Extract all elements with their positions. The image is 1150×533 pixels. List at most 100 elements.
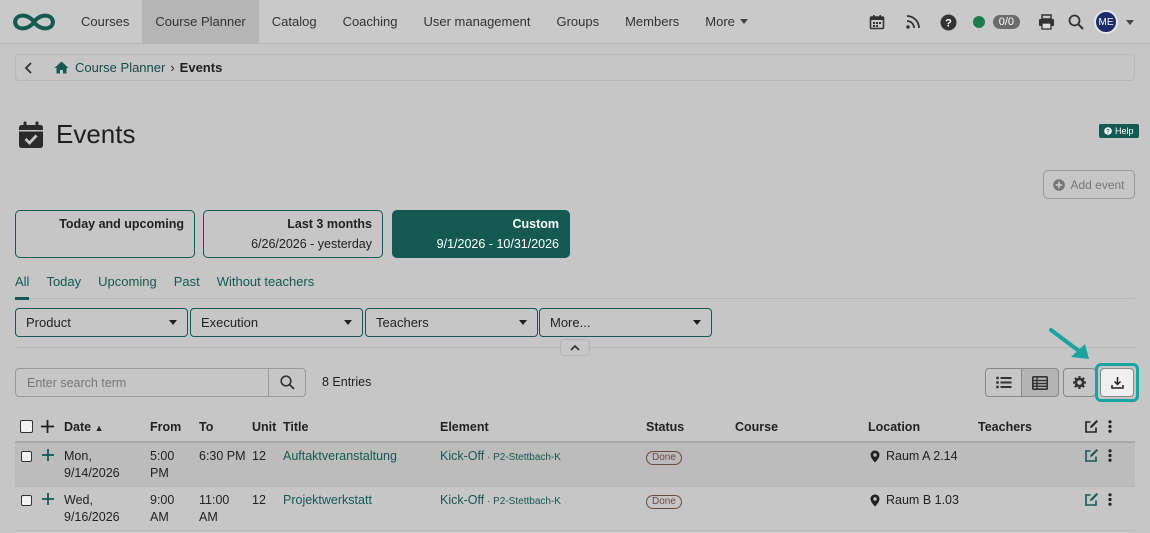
tab-past[interactable]: Past <box>174 273 200 299</box>
back-chevron-icon[interactable] <box>24 61 42 74</box>
tab-without-teachers[interactable]: Without teachers <box>217 273 315 299</box>
search-input[interactable]: Enter search term <box>15 368 269 397</box>
chevron-up-icon <box>570 344 580 351</box>
list-icon <box>995 376 1011 389</box>
column-header-course[interactable]: Course <box>735 420 778 434</box>
home-icon[interactable] <box>54 61 69 74</box>
cell-from: 9:00 AM <box>150 492 174 526</box>
filter-teachers-select[interactable]: Teachers <box>365 308 538 337</box>
table-row[interactable] <box>15 443 1135 487</box>
period-card-last-3-months[interactable]: Last 3 months 6/26/2026 - yesterday <box>203 210 383 258</box>
cell-element: Kick-Off · P2-Stettbach-K <box>440 448 561 466</box>
nav-item-course-planner[interactable]: Course Planner <box>142 0 259 44</box>
add-event-label: Add event <box>1070 177 1125 192</box>
column-header-unit[interactable]: Unit <box>252 420 276 434</box>
cell-from-time: 5:00 <box>150 449 175 463</box>
collapse-filters-button[interactable] <box>560 339 590 356</box>
nav-item-more[interactable]: More <box>692 0 761 44</box>
user-menu-caret-icon[interactable] <box>1126 19 1134 25</box>
element-link[interactable]: Kick-Off <box>440 449 484 463</box>
cell-status: Done <box>646 448 682 465</box>
breadcrumb-course-planner-link[interactable]: Course Planner <box>75 60 165 75</box>
add-event-button[interactable]: Add event <box>1043 170 1135 199</box>
row-more-options-icon[interactable] <box>1108 493 1112 506</box>
list-view-button[interactable] <box>985 368 1022 397</box>
column-header-to[interactable]: To <box>199 420 213 434</box>
expand-all-plus-icon[interactable] <box>41 420 54 433</box>
table-row[interactable] <box>15 487 1135 531</box>
event-title-link[interactable]: Projektwerkstatt <box>283 492 372 509</box>
column-header-status[interactable]: Status <box>646 420 684 434</box>
element-link[interactable]: Kick-Off <box>440 493 484 507</box>
filter-product-select[interactable]: Product <box>15 308 188 337</box>
nav-item-courses[interactable]: Courses <box>68 0 142 44</box>
help-button[interactable]: ? Help <box>1099 124 1139 138</box>
nav-item-members[interactable]: Members <box>612 0 692 44</box>
column-header-location[interactable]: Location <box>868 420 920 434</box>
search-icon[interactable] <box>1064 0 1088 44</box>
table-view-button[interactable] <box>1021 368 1059 397</box>
row-expand-plus-icon[interactable] <box>42 449 54 461</box>
period-card-custom[interactable]: Custom 9/1/2026 - 10/31/2026 <box>392 210 570 258</box>
column-header-date[interactable]: Date ▲ <box>64 420 104 434</box>
filter-more-select[interactable]: More... <box>539 308 712 337</box>
logo-infinity-icon[interactable] <box>0 0 68 44</box>
period-card-subtitle: 6/26/2026 - yesterday <box>251 237 372 251</box>
search-icon <box>279 375 295 390</box>
filter-execution-select[interactable]: Execution <box>190 308 363 337</box>
tab-all[interactable]: All <box>15 273 30 300</box>
nav-item-coaching[interactable]: Coaching <box>330 0 411 44</box>
element-code-link[interactable]: P2-Stettbach-K <box>493 496 561 507</box>
filter-label: Product <box>26 315 71 330</box>
row-select-checkbox[interactable] <box>21 451 32 462</box>
row-expand-plus-icon[interactable] <box>42 493 54 505</box>
cell-from-time: 9:00 <box>150 493 175 507</box>
location-label: Raum A 2.14 <box>886 449 958 463</box>
period-card-today-upcoming[interactable]: Today and upcoming <box>15 210 195 258</box>
table-settings-button[interactable] <box>1063 368 1096 397</box>
help-circle-icon[interactable]: ? <box>931 0 967 44</box>
column-header-teachers[interactable]: Teachers <box>978 420 1032 434</box>
cell-from: 5:00 PM <box>150 448 174 482</box>
search-button[interactable] <box>268 368 306 397</box>
cell-from-ampm: PM <box>150 466 169 480</box>
download-highlight-frame <box>1095 363 1139 402</box>
row-edit-icon[interactable] <box>1084 448 1099 463</box>
row-more-options-icon[interactable] <box>1108 449 1112 462</box>
map-marker-icon <box>870 450 880 463</box>
nav-item-user-management[interactable]: User management <box>411 0 544 44</box>
caret-down-icon <box>519 320 527 325</box>
column-header-date-label: Date <box>64 420 92 434</box>
element-code-link[interactable]: P2-Stettbach-K <box>493 452 561 463</box>
column-header-from[interactable]: From <box>150 420 181 434</box>
print-icon[interactable] <box>1028 0 1064 44</box>
cell-element: Kick-Off · P2-Stettbach-K <box>440 492 561 510</box>
cell-location: Raum A 2.14 <box>870 448 958 465</box>
nav-item-catalog[interactable]: Catalog <box>259 0 330 44</box>
online-status-icon[interactable] <box>972 16 985 28</box>
notification-counter[interactable]: 0/0 <box>992 15 1020 29</box>
row-select-checkbox[interactable] <box>21 495 32 506</box>
breadcrumb-current: Events <box>179 60 223 75</box>
tab-upcoming[interactable]: Upcoming <box>98 273 157 299</box>
more-options-icon[interactable] <box>1108 420 1112 433</box>
rss-icon[interactable] <box>895 0 931 44</box>
cell-to-ampm: AM <box>199 510 218 524</box>
event-title-link[interactable]: Auftaktveranstaltung <box>283 448 397 465</box>
nav-tools: ? 0/0 ME <box>859 0 1150 44</box>
select-all-checkbox[interactable] <box>20 420 33 433</box>
status-badge: Done <box>646 495 682 509</box>
pointer-arrow-icon <box>1045 325 1095 365</box>
column-header-element[interactable]: Element <box>440 420 489 434</box>
nav-item-groups[interactable]: Groups <box>543 0 612 44</box>
cell-to: 11:00 AM <box>199 492 229 526</box>
row-edit-icon[interactable] <box>1084 492 1099 507</box>
tab-today[interactable]: Today <box>46 273 81 299</box>
avatar[interactable]: ME <box>1094 10 1118 34</box>
calendar-icon[interactable] <box>859 0 895 44</box>
column-header-title[interactable]: Title <box>283 420 308 434</box>
top-navigation: Courses Course Planner Catalog Coaching … <box>0 0 1150 44</box>
bulk-edit-icon[interactable] <box>1084 419 1099 434</box>
svg-text:?: ? <box>945 17 952 29</box>
breadcrumb: Course Planner › Events <box>15 54 1135 81</box>
